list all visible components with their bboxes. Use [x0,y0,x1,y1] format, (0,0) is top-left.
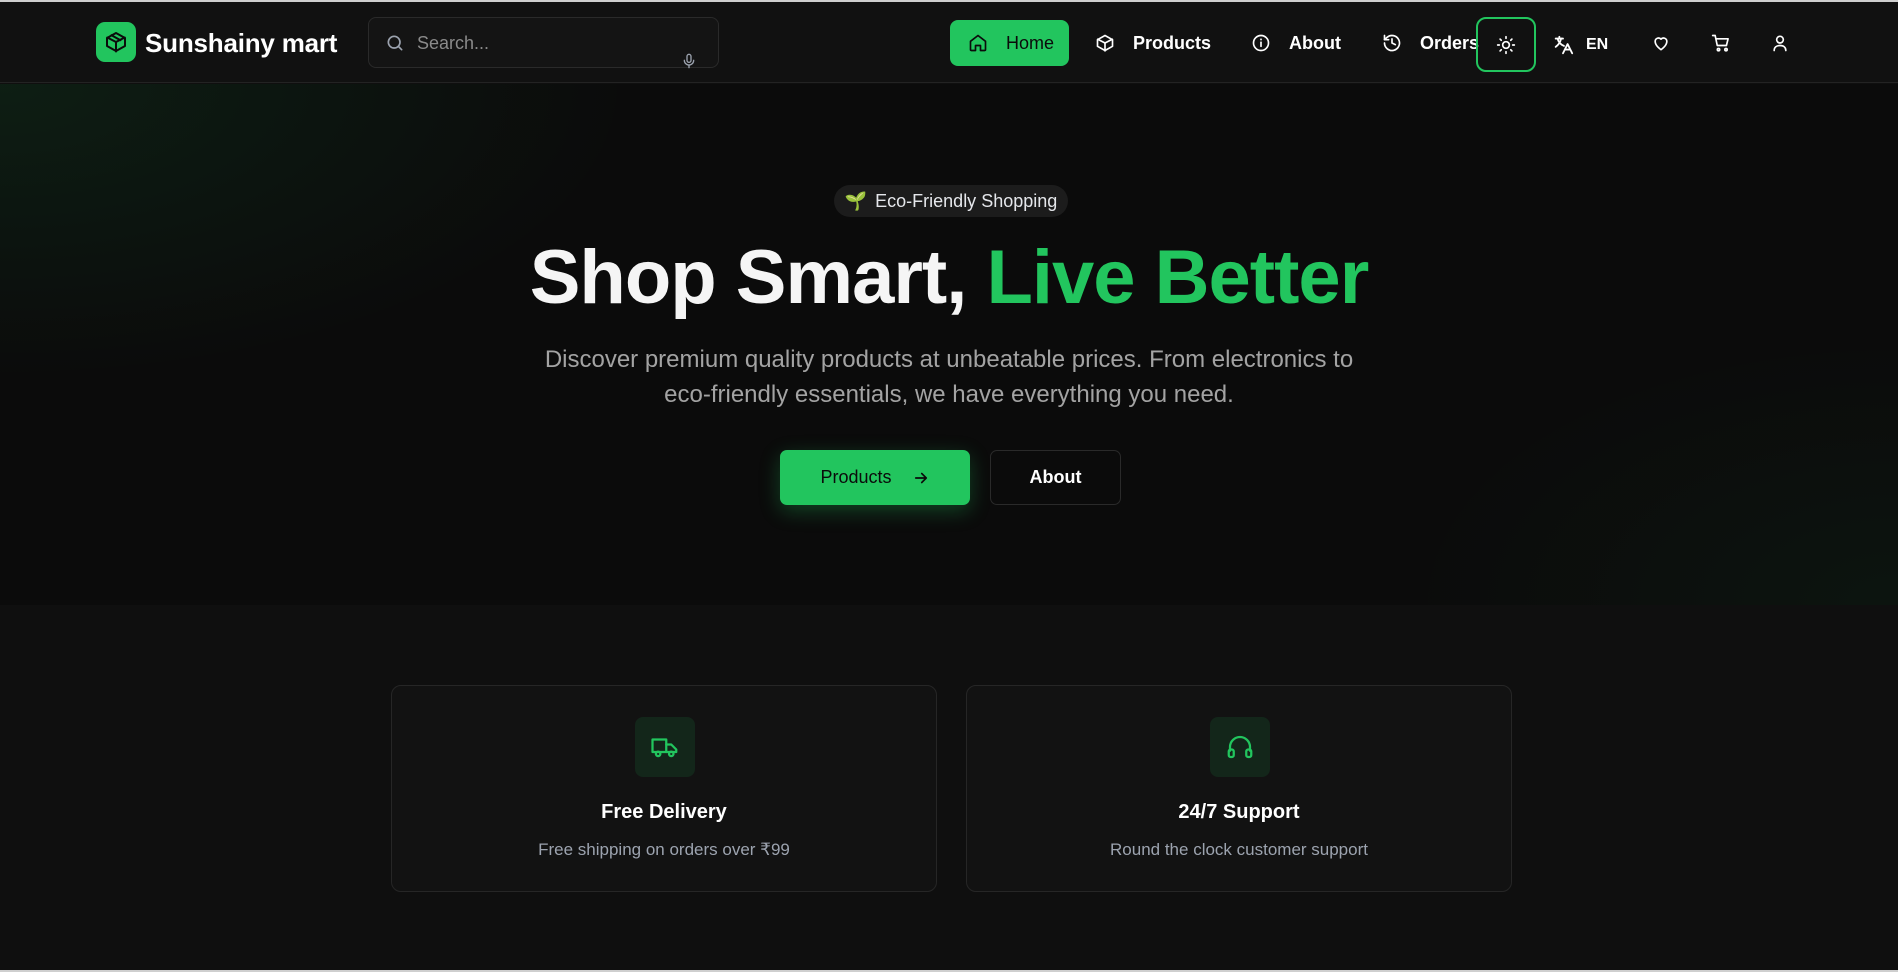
feature-card-delivery: Free Delivery Free shipping on orders ov… [391,685,937,892]
navbar: Sunshainy mart Home Products About Order… [0,2,1898,83]
feature-icon-box [1210,717,1270,777]
theme-toggle-button[interactable] [1476,17,1536,72]
feature-title: 24/7 Support [1178,801,1300,823]
nav-home-label: Home [1006,32,1055,53]
feature-icon-box [635,717,695,777]
search-input[interactable] [417,30,667,56]
nav-home[interactable]: Home [950,20,1069,66]
about-cta-button[interactable]: About [990,450,1121,505]
truck-icon [651,738,678,758]
language-selector[interactable]: EN [1552,30,1608,60]
history-icon [1383,34,1401,52]
brand-name[interactable]: Sunshainy mart [145,28,337,59]
logo[interactable] [96,22,136,62]
cart-icon [1711,34,1729,52]
home-icon [969,34,987,52]
seedling-icon: 🌱 [844,190,868,211]
account-button[interactable] [1765,28,1795,58]
heart-icon [1654,37,1668,51]
headline-accent: Live Better [986,235,1369,320]
user-icon [1773,35,1787,52]
cart-button[interactable] [1706,28,1736,58]
nav-orders[interactable]: Orders [1364,20,1493,66]
search-icon [387,35,403,51]
hero-subtitle: Discover premium quality products at unb… [544,346,1354,408]
package-icon [106,32,126,53]
feature-title: Free Delivery [601,801,727,823]
hero-section: 🌱 Eco-Friendly Shopping Shop Smart, Live… [0,84,1898,605]
eco-badge-text: Eco-Friendly Shopping [875,190,1058,211]
nav-about[interactable]: About [1233,20,1355,66]
headline-plain: Shop Smart, [529,235,968,320]
headphones-icon [1227,735,1253,759]
search-bar [368,17,719,70]
products-cta-label: Products [820,467,892,487]
sun-icon [1496,35,1516,54]
feature-card-support: 24/7 Support Round the clock customer su… [966,685,1512,892]
feature-description: Free shipping on orders over ₹99 [538,840,790,859]
info-icon [1252,34,1270,52]
package-icon [1096,34,1114,52]
nav-orders-label: Orders [1420,32,1480,53]
nav-products-label: Products [1133,32,1212,53]
hero-headline: Shop Smart, Live Better [0,234,1898,321]
nav-about-label: About [1289,32,1341,53]
translate-icon [1554,35,1574,55]
mic-icon[interactable] [681,52,697,70]
arrow-right-icon [914,472,927,483]
nav-products[interactable]: Products [1077,20,1225,66]
wishlist-button[interactable] [1646,28,1676,58]
eco-badge: 🌱 Eco-Friendly Shopping [834,185,1068,217]
about-cta-label: About [1029,467,1082,487]
products-cta-button[interactable]: Products [780,450,970,505]
language-code: EN [1586,36,1609,53]
feature-description: Round the clock customer support [1110,840,1368,859]
